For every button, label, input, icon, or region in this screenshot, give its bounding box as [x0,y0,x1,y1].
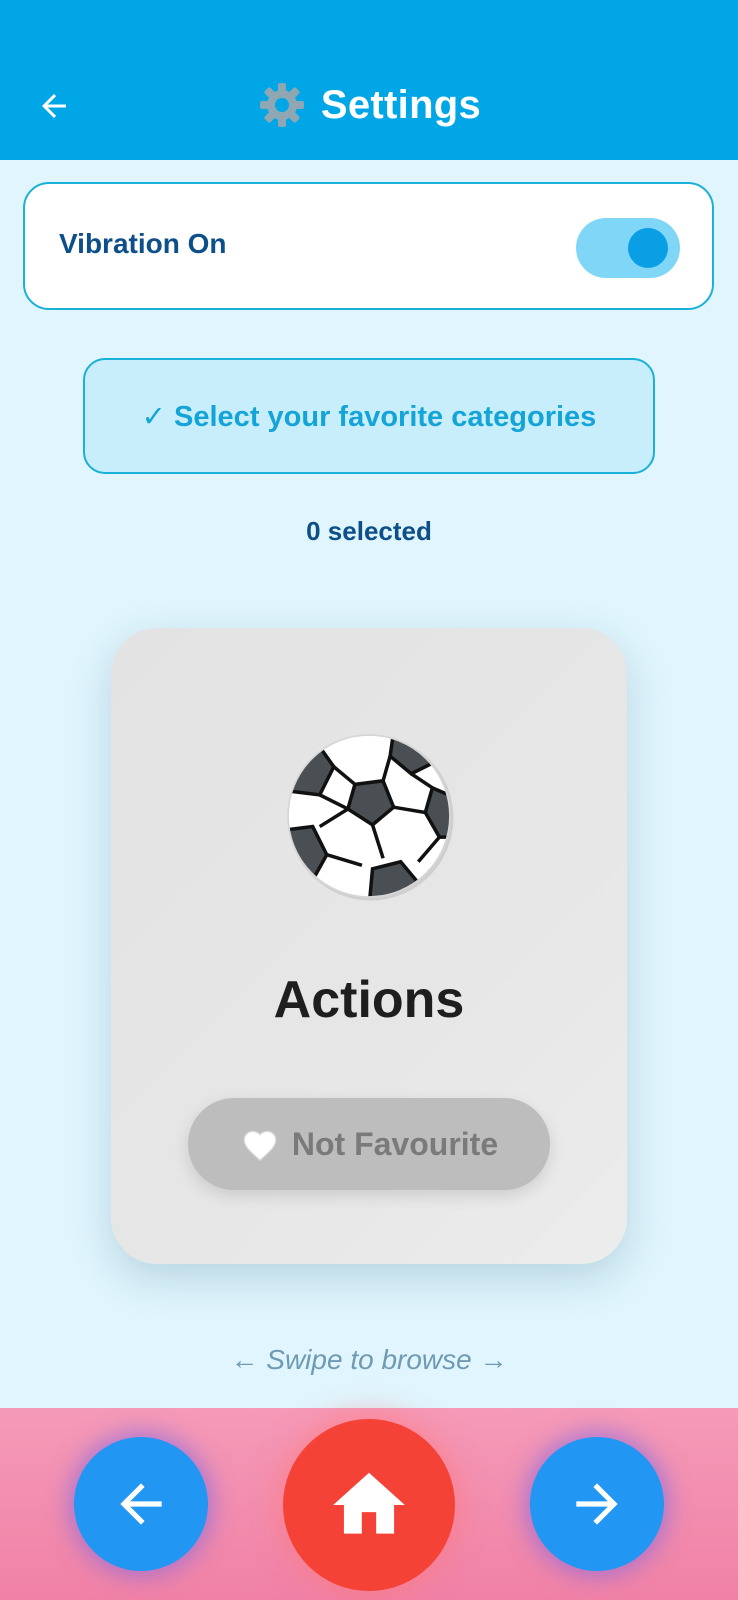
arrow-left-icon [120,1483,162,1525]
vibration-setting-card: Vibration On [23,182,714,310]
previous-button[interactable] [74,1437,208,1571]
page-title: Settings [320,82,482,127]
favourite-label: Not Favourite [291,1125,499,1162]
category-card[interactable]: Actions Not Favourite [111,628,627,1264]
home-button[interactable] [283,1419,455,1591]
home-icon [333,1472,405,1534]
vibration-label: Vibration On [59,228,227,259]
favourite-button[interactable]: Not Favourite [188,1098,550,1190]
white-heart-icon [240,1125,280,1163]
select-categories-button[interactable]: ✓ Select your favorite categories [83,358,655,474]
title-group: Settings [0,72,738,138]
gear-icon [257,80,307,130]
soccer-ball-icon [281,728,457,904]
swipe-hint: ← Swipe to browse → [230,1344,508,1375]
next-button[interactable] [530,1437,664,1571]
category-title: Actions [273,971,465,1029]
arrow-right-icon [576,1483,618,1525]
selected-count: 0 selected [306,516,432,546]
vibration-toggle[interactable] [576,216,680,278]
select-categories-label: ✓ Select your favorite categories [141,400,597,433]
toggle-thumb [628,228,668,268]
app-bar: Settings [0,0,738,160]
